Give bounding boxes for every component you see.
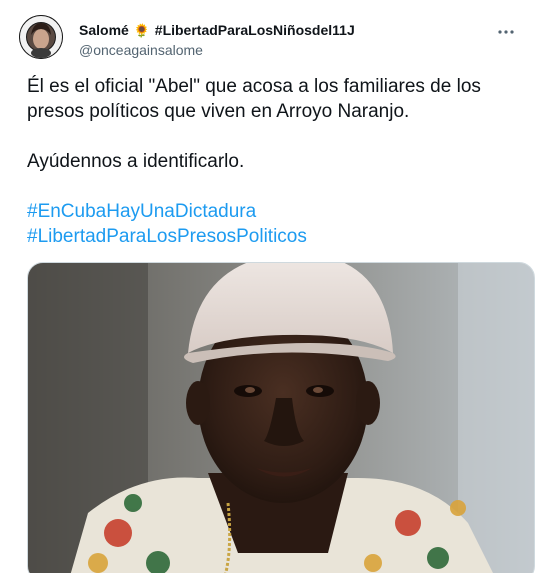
tweet-photo[interactable] [27,262,535,573]
photo-image [28,263,534,573]
tweet-text-line-1: Él es el oficial "Abel" que acosa a los … [27,76,481,97]
tweet: Salomé 🌻 #LibertadParaLosNiñosdel11J @on… [0,0,537,573]
hashtag-link[interactable]: #LibertadParaLosPresosPoliticos [27,224,521,249]
user-handle[interactable]: @onceagainsalome [79,40,355,60]
display-name-text: Salomé [79,22,129,38]
display-name[interactable]: Salomé 🌻 #LibertadParaLosNiñosdel11J [79,21,355,40]
more-horizontal-icon[interactable] [495,21,517,43]
avatar-image [19,15,63,59]
tweet-text: Él es el oficial "Abel" que acosa a los … [27,74,521,249]
tweet-header: Salomé 🌻 #LibertadParaLosNiñosdel11J @on… [17,13,525,59]
sunflower-emoji-icon: 🌻 [133,23,150,38]
avatar[interactable] [19,15,63,59]
tweet-text-line-3: Ayúdennos a identificarlo. [27,151,245,172]
hashtag-link[interactable]: #EnCubaHayUnaDictadura [27,199,521,224]
display-name-hashtag: #LibertadParaLosNiñosdel11J [154,22,355,38]
tweet-text-line-2: presos políticos que viven en Arroyo Nar… [27,101,410,122]
author-names: Salomé 🌻 #LibertadParaLosNiñosdel11J @on… [79,21,355,60]
